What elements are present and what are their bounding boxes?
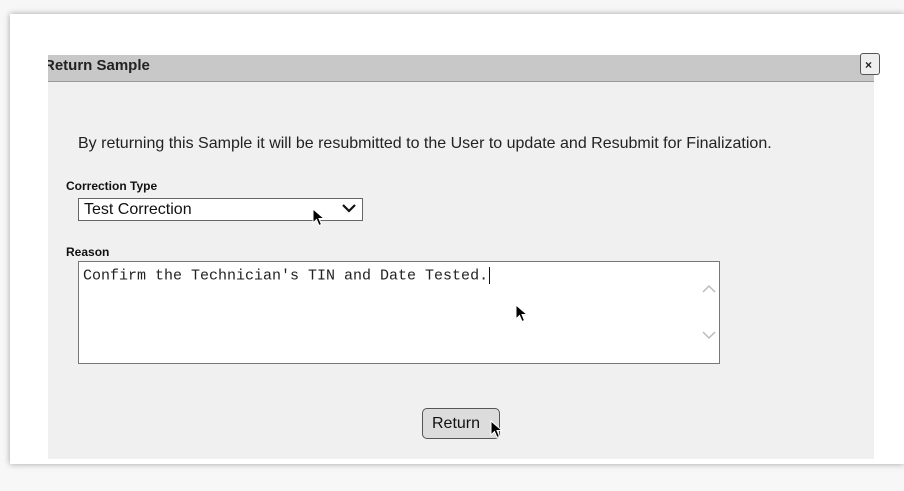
return-sample-dialog: Return Sample By returning this Sample i… [48,55,874,459]
dialog-title: Return Sample [48,57,150,74]
close-button[interactable]: × [860,53,880,75]
dialog-titlebar: Return Sample [48,55,874,82]
mouse-pointer-icon [515,303,529,329]
mouse-pointer-icon [490,419,504,445]
dialog-message: By returning this Sample it will be resu… [78,135,772,152]
chevron-down-icon [341,200,357,221]
reason-text: Confirm the Technician's TIN and Date Te… [83,267,491,285]
correction-type-label: Correction Type [66,179,158,193]
return-button[interactable]: Return [422,408,500,439]
correction-type-value: Test Correction [84,201,192,218]
reason-textarea[interactable]: Confirm the Technician's TIN and Date Te… [78,261,720,364]
mouse-pointer-icon [312,207,326,233]
reason-label: Reason [66,245,110,259]
text-caret [489,267,491,284]
chevron-up-icon[interactable] [701,282,717,300]
chevron-down-icon[interactable] [701,328,717,346]
